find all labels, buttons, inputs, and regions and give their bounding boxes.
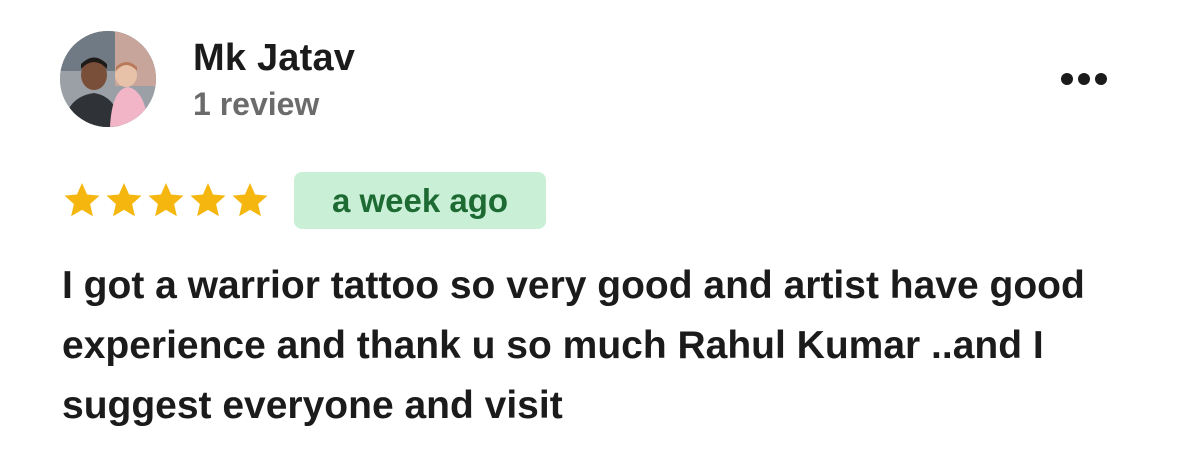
star-icon	[64, 183, 100, 217]
star-rating	[62, 180, 270, 222]
more-options-button[interactable]	[1056, 62, 1112, 96]
star-icon	[190, 183, 226, 217]
star-icon	[232, 183, 268, 217]
review-time-badge: a week ago	[294, 172, 546, 229]
user-photo-icon	[60, 31, 156, 127]
author-name[interactable]: Mk Jatav	[193, 37, 355, 80]
star-icon	[106, 183, 142, 217]
review-text: I got a warrior tattoo so very good and …	[62, 264, 1085, 427]
star-icon	[148, 183, 184, 217]
review-count: 1 review	[193, 86, 320, 122]
more-horizontal-icon	[1061, 73, 1107, 85]
avatar[interactable]	[60, 31, 156, 127]
review-card: Mk Jatav 1 review a week ago I got a war…	[0, 0, 1179, 464]
